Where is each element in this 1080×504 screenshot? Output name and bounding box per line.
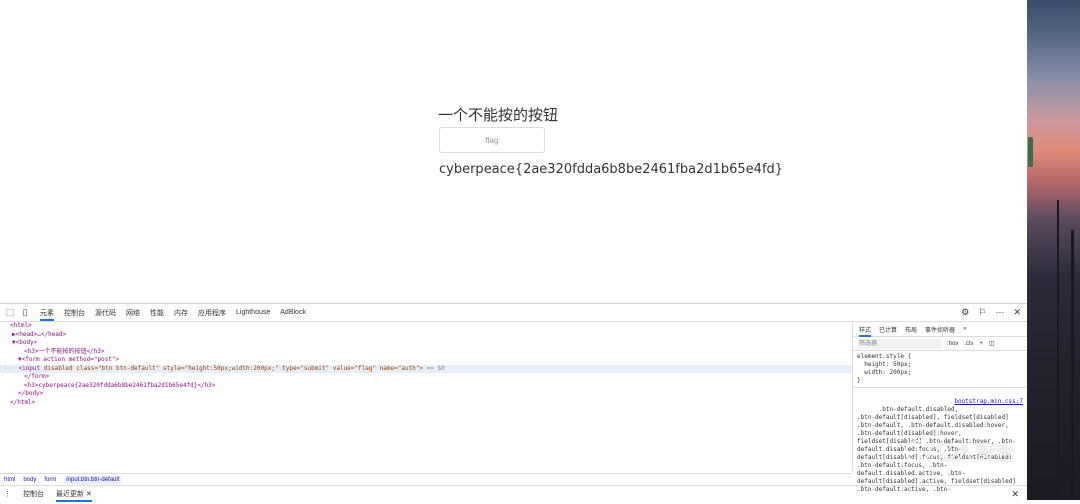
close-tab-icon[interactable]: ✕ — [86, 490, 92, 498]
computed-sidebar-icon[interactable]: ◫ — [989, 340, 995, 347]
dom-line[interactable]: <h3>一个不能按的按钮</h3> — [0, 348, 852, 357]
css-source-link[interactable]: bootstrap.min.css:7 — [954, 398, 1023, 406]
more-tabs-icon[interactable]: » — [963, 326, 966, 332]
hov-toggle[interactable]: :hov — [947, 341, 958, 347]
tab-performance[interactable]: 性能 — [150, 304, 164, 321]
devtools-tabbar: ⬚ ▯ 元素 控制台 源代码 网络 性能 内存 应用程序 Lighthouse … — [0, 304, 1027, 322]
breadcrumb-item[interactable]: body — [23, 477, 36, 483]
dom-line[interactable]: </body> — [0, 390, 852, 399]
watermark-logo-icon — [905, 439, 931, 462]
tab-styles[interactable]: 样式 — [859, 325, 872, 337]
pole-decoration — [1071, 230, 1074, 500]
close-drawer-icon[interactable]: ✕ — [1011, 489, 1019, 500]
dom-line[interactable]: <h3>cyberpeace{2ae320fdda6b8be2461fba2d1… — [0, 382, 852, 391]
dom-line[interactable]: <html> — [0, 322, 852, 331]
dom-line-selected[interactable]: ··· <input disabled class="btn btn-defau… — [0, 364, 852, 373]
add-rule-icon[interactable]: + — [979, 341, 983, 347]
tab-network[interactable]: 网络 — [126, 304, 140, 321]
more-options-icon[interactable]: ⋯ — [995, 307, 1004, 318]
cls-toggle[interactable]: .cls — [964, 341, 973, 347]
scroll-handle[interactable] — [1028, 137, 1033, 167]
breadcrumb: html body form input.btn.btn-default — [0, 473, 852, 485]
tab-lighthouse[interactable]: Lighthouse — [236, 304, 270, 321]
element-style-rule[interactable]: element.style { height: 50px; width: 200… — [853, 351, 1027, 388]
drawer-menu-icon[interactable]: ⋮ — [4, 490, 11, 498]
device-toolbar-icon[interactable]: ▯ — [20, 307, 30, 318]
dom-line[interactable]: ▼<body> — [0, 339, 852, 348]
breadcrumb-item-current[interactable]: input.btn.btn-default — [64, 475, 122, 484]
page-heading: 一个不能按的按钮 — [438, 106, 559, 124]
flag-text: cyberpeace{2ae320fdda6b8be2461fba2d1b65e… — [439, 162, 784, 177]
tab-adblock[interactable]: AdBlock — [280, 304, 306, 321]
dom-line[interactable]: ▶<head>…</head> — [0, 331, 852, 340]
inspect-icon[interactable]: ⬚ — [5, 307, 15, 318]
elements-dom-tree: <html> ▶<head>…</head> ▼<body> <h3>一个不能按… — [0, 322, 853, 471]
desktop-wallpaper — [1027, 0, 1080, 500]
tab-console[interactable]: 控制台 — [64, 304, 85, 321]
tab-layout[interactable]: 布局 — [905, 325, 917, 334]
breadcrumb-item[interactable]: form — [44, 477, 56, 483]
tab-memory[interactable]: 内存 — [174, 304, 188, 321]
ellipsis-icon: ··· — [4, 364, 19, 372]
styles-filter-input[interactable]: 筛选器 — [857, 338, 941, 349]
close-devtools-icon[interactable]: ✕ — [1013, 307, 1021, 318]
devtools-panel: ⬚ ▯ 元素 控制台 源代码 网络 性能 内存 应用程序 Lighthouse … — [0, 303, 1027, 502]
watermark: 亿人安全 — [905, 436, 1015, 465]
tab-sources[interactable]: 源代码 — [95, 304, 116, 321]
watermark-text: 亿人安全 — [935, 440, 1015, 464]
tab-elements[interactable]: 元素 — [40, 304, 54, 321]
tab-event-listeners[interactable]: 事件侦听器 — [925, 325, 955, 334]
settings-gear-icon[interactable]: ⚙ — [961, 307, 969, 318]
dom-line[interactable]: </html> — [0, 399, 852, 408]
drawer-tabbar: ⋮ 控制台 最近更新 ✕ ✕ — [0, 485, 1027, 502]
dom-line[interactable]: </form> — [0, 373, 852, 382]
webpage: 一个不能按的按钮 flag cyberpeace{2ae320fdda6b8be… — [0, 0, 1027, 303]
tab-application[interactable]: 应用程序 — [198, 304, 226, 321]
breadcrumb-item[interactable]: html — [4, 477, 15, 483]
tab-computed[interactable]: 已计算 — [879, 325, 897, 334]
feedback-icon[interactable]: ⚐ — [978, 307, 986, 318]
flag-button-disabled[interactable]: flag — [439, 127, 545, 153]
pole-decoration — [1057, 200, 1059, 500]
dom-line[interactable]: ▼<form action method="post"> — [0, 356, 852, 365]
